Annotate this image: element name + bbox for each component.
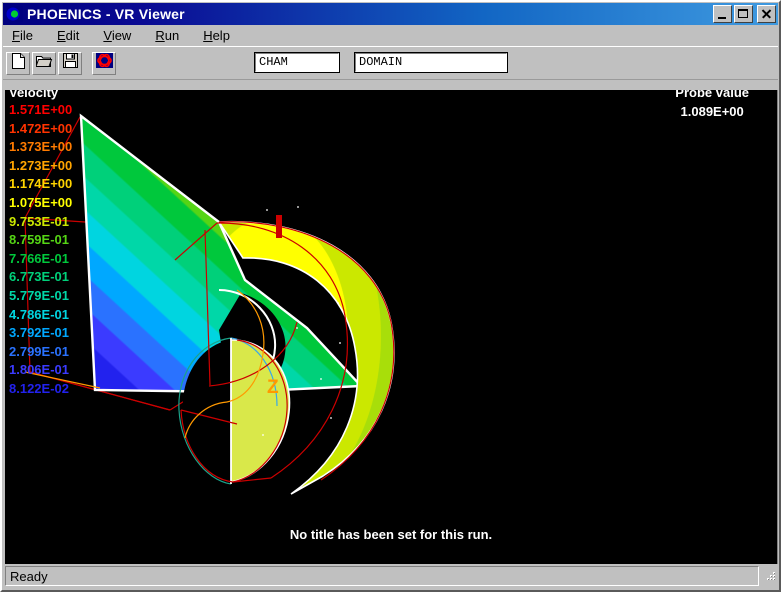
legend-entry: 4.786E-01: [9, 306, 69, 322]
legend-entry: 1.174E+00: [9, 176, 73, 192]
menu-accel-help: H: [203, 28, 213, 43]
legend-entry: 1.373E+00: [9, 139, 73, 155]
case-name-input[interactable]: [254, 51, 340, 73]
menu-item-view[interactable]: View: [101, 27, 133, 44]
close-button[interactable]: [757, 5, 776, 23]
menu-item-edit[interactable]: Edit: [55, 27, 81, 44]
save-file-button[interactable]: [58, 51, 82, 75]
legend-entry: 1.472E+00: [9, 120, 73, 136]
title-bar: PHOENICS - VR Viewer: [3, 3, 778, 25]
menu-item-file[interactable]: File: [10, 27, 35, 44]
status-message: Ready: [5, 566, 759, 586]
menu-accel-file: F: [12, 28, 20, 43]
run-title-text: No title has been set for this run.: [289, 527, 493, 542]
minimize-button[interactable]: [713, 5, 732, 23]
menu-bar: File Edit View Run Help: [2, 25, 779, 46]
case-field-wrapper: [254, 51, 340, 73]
status-bar: Ready: [5, 565, 778, 587]
open-file-button[interactable]: [32, 51, 56, 75]
legend-entry: 9.753E-01: [9, 213, 69, 229]
menu-label-view: iew: [111, 28, 132, 43]
legend-entry: 1.806E-01: [9, 362, 69, 378]
object-name-input[interactable]: [354, 51, 508, 73]
legend-entry: 1.075E+00: [9, 194, 73, 210]
geometry-object-icon: [95, 53, 113, 73]
menu-accel-edit: E: [56, 28, 66, 43]
menu-label-help: elp: [212, 28, 230, 43]
phoenics-logo-icon: [5, 6, 23, 22]
minimize-icon: [718, 17, 726, 19]
menu-label-file: ile: [19, 28, 33, 43]
toolbar-divider: [3, 79, 778, 80]
open-folder-icon: [34, 53, 53, 73]
window-controls: [713, 5, 776, 23]
maximize-icon: [738, 9, 748, 18]
legend-entry: 7.766E-01: [9, 250, 69, 266]
probe-readout: Probe value 1.089E+00: [675, 90, 749, 119]
menu-accel-run: R: [155, 28, 165, 43]
new-document-icon: [11, 52, 26, 74]
probe-value: 1.089E+00: [680, 104, 744, 119]
toolbar: [2, 47, 779, 79]
render-viewport[interactable]: Z Velocity 1.571E+00 1.472E+00 1.373E+00…: [5, 90, 778, 564]
menu-label-edit: dit: [65, 28, 80, 43]
legend-entry: 1.273E+00: [9, 157, 73, 173]
axis-label-z: Z: [267, 377, 279, 398]
legend-entry: 1.571E+00: [9, 102, 73, 117]
window-title: PHOENICS - VR Viewer: [27, 6, 185, 22]
new-file-button[interactable]: [6, 51, 30, 75]
floppy-disk-icon: [62, 53, 78, 73]
application-window: PHOENICS - VR Viewer File Edit View Run …: [0, 0, 781, 592]
geometry-button[interactable]: [92, 51, 116, 75]
legend-title: Velocity: [9, 90, 59, 100]
legend-entry: 5.779E-01: [9, 287, 69, 303]
legend-entry: 8.122E-02: [9, 380, 69, 396]
color-legend: Velocity 1.571E+00 1.472E+00 1.373E+00 1…: [9, 90, 72, 399]
maximize-button[interactable]: [734, 5, 753, 23]
legend-entry: 6.773E-01: [9, 269, 69, 285]
menu-item-run[interactable]: Run: [153, 27, 181, 44]
menu-accel-view: V: [103, 28, 112, 43]
legend-entry: 3.792E-01: [9, 325, 69, 341]
legend-entry: 8.759E-01: [9, 232, 69, 248]
resize-grip[interactable]: [761, 568, 777, 584]
cfd-visualization: Z: [24, 113, 395, 495]
menu-item-help[interactable]: Help: [201, 27, 232, 44]
legend-entry: 2.799E-01: [9, 343, 69, 359]
menu-label-run: un: [164, 28, 180, 43]
object-field-wrapper: [354, 51, 508, 73]
probe-label: Probe value: [675, 90, 749, 100]
